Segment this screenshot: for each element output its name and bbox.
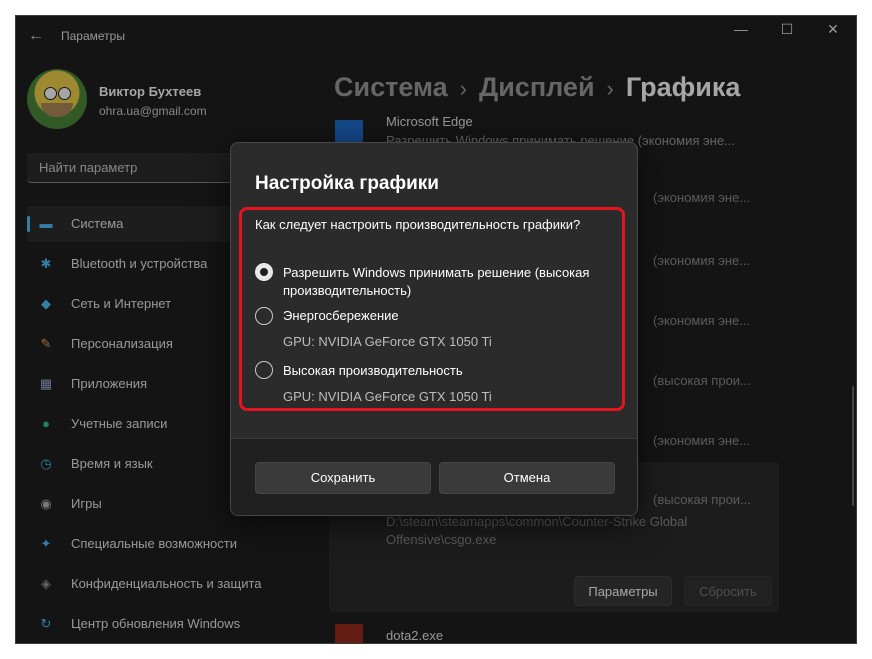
dialog-footer: Сохранить Отмена [231,438,637,515]
radio-high-performance[interactable] [255,361,273,379]
graphics-settings-dialog: Настройка графики Как следует настроить … [230,142,638,516]
option-label[interactable]: Разрешить Windows принимать решение (выс… [283,264,613,300]
settings-window: ← Параметры — ☐ ✕ Виктор Бухтеев ohra.ua… [16,16,856,643]
radio-power-saving[interactable] [255,307,273,325]
cancel-button[interactable]: Отмена [439,462,615,494]
option-label[interactable]: Энергосбережение [283,307,613,325]
option-gpu-info: GPU: NVIDIA GeForce GTX 1050 Ti [283,389,492,404]
option-gpu-info: GPU: NVIDIA GeForce GTX 1050 Ti [283,334,492,349]
dialog-question: Как следует настроить производительность… [255,217,581,232]
radio-let-windows-decide[interactable] [255,263,273,281]
save-button[interactable]: Сохранить [255,462,431,494]
dialog-title: Настройка графики [255,173,439,194]
option-label[interactable]: Высокая производительность [283,362,613,380]
